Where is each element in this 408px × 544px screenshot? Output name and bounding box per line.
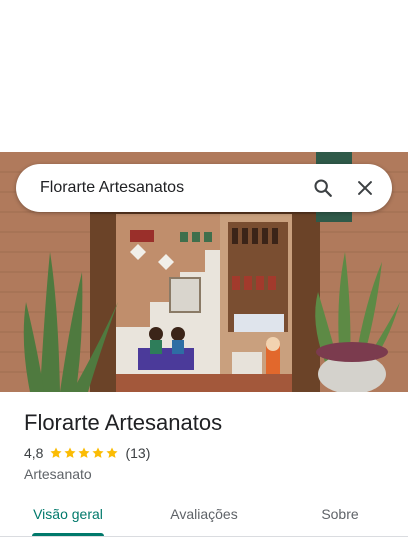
search-input[interactable]: Florarte Artesanatos [16, 179, 302, 197]
tab-label: Visão geral [33, 506, 103, 522]
search-bar[interactable]: Florarte Artesanatos [16, 164, 392, 212]
place-panel: Florarte Artesanatos Florarte Artesanato… [0, 0, 408, 544]
close-icon [358, 181, 372, 195]
tab-overview[interactable]: Visão geral [0, 492, 136, 536]
search-icon [314, 179, 332, 197]
rating-value: 4,8 [24, 445, 44, 461]
star-icon [78, 447, 91, 458]
rating-row[interactable]: 4,8 (13) [24, 444, 394, 462]
tabs-divider [0, 536, 408, 537]
review-count[interactable]: (13) [125, 445, 150, 461]
place-category[interactable]: Artesanato [24, 466, 394, 482]
search-button[interactable] [302, 164, 344, 212]
star-icon [64, 447, 77, 458]
star-icon [106, 447, 119, 458]
star-rating [49, 446, 119, 460]
place-title: Florarte Artesanatos [24, 410, 223, 435]
tab-bar: Visão geral Avaliações Sobre [0, 492, 408, 536]
tab-label: Avaliações [170, 506, 238, 522]
map-area[interactable] [0, 0, 408, 152]
tab-reviews[interactable]: Avaliações [136, 492, 272, 536]
tab-about[interactable]: Sobre [272, 492, 408, 536]
close-button[interactable] [344, 164, 386, 212]
tab-label: Sobre [321, 506, 359, 522]
star-icon [92, 447, 105, 458]
place-info: Florarte Artesanatos 4,8 (13) Artesanato [24, 410, 394, 482]
star-icon [50, 447, 63, 458]
